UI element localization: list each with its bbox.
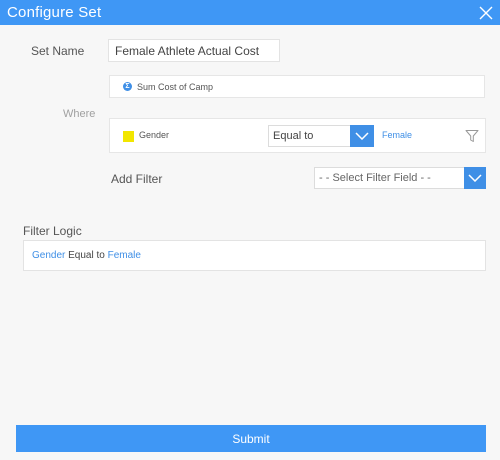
logic-operator: Equal to: [68, 250, 105, 261]
filter-field-select[interactable]: - - Select Filter Field - -: [314, 167, 486, 189]
filter-icon[interactable]: [465, 129, 479, 143]
filter-logic-box[interactable]: Gender Equal to Female: [23, 240, 486, 271]
where-label: Where: [63, 108, 96, 120]
operator-select[interactable]: Equal to: [268, 125, 374, 147]
sum-icon: Σ: [123, 82, 132, 91]
condition-field: Gender: [139, 130, 170, 140]
chevron-down-icon[interactable]: [350, 125, 374, 147]
logic-field: Gender: [32, 250, 66, 261]
set-name-value: Female Athlete Actual Cost: [115, 43, 260, 58]
condition-value[interactable]: Female: [382, 130, 412, 140]
submit-button[interactable]: Submit: [16, 425, 486, 452]
operator-value: Equal to: [273, 130, 314, 142]
set-name-label: Set Name: [31, 44, 85, 58]
chevron-down-icon[interactable]: [464, 167, 486, 189]
filter-condition-row: Gender Equal to Female: [109, 118, 486, 153]
logic-value: Female: [107, 250, 141, 261]
metric-chip[interactable]: Σ Sum Cost of Camp: [109, 75, 485, 98]
filter-logic-label: Filter Logic: [23, 224, 82, 238]
field-color-swatch: [123, 131, 134, 142]
close-icon[interactable]: [478, 5, 494, 21]
title-bar: Configure Set: [0, 0, 500, 25]
filter-field-placeholder: - - Select Filter Field - -: [319, 172, 431, 184]
set-name-input[interactable]: Female Athlete Actual Cost: [108, 39, 280, 62]
add-filter-label: Add Filter: [111, 172, 163, 186]
metric-label: Sum Cost of Camp: [137, 81, 214, 92]
dialog-title: Configure Set: [7, 4, 102, 21]
